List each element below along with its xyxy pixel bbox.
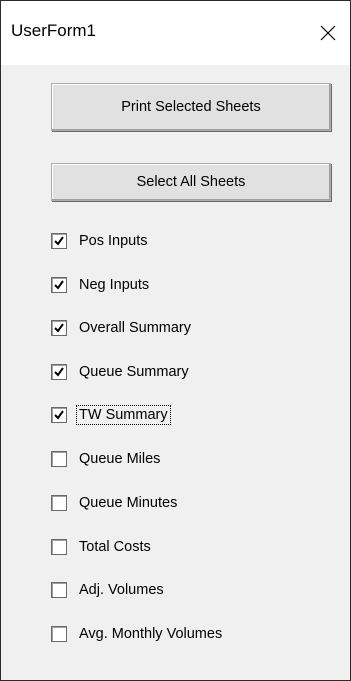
userform-window: UserForm1 Print Selected Sheets Select A… (0, 0, 351, 681)
checkmark-icon (54, 323, 64, 333)
checkbox-box[interactable] (51, 320, 67, 336)
checkbox-box[interactable] (51, 582, 67, 598)
checkbox-label: Queue Summary (79, 364, 189, 380)
window-title: UserForm1 (11, 21, 97, 40)
checkbox-label: Total Costs (79, 539, 151, 555)
checkmark-icon (54, 280, 64, 290)
checkbox-overall-summary[interactable]: Overall Summary (51, 317, 193, 339)
checkbox-label: TW Summary (76, 405, 171, 425)
checkmark-icon (54, 410, 64, 420)
close-button[interactable] (310, 1, 350, 65)
checkbox-box[interactable] (51, 495, 67, 511)
checkbox-avg-monthly-volumes[interactable]: Avg. Monthly Volumes (51, 623, 224, 645)
checkbox-tw-summary[interactable]: TW Summary (51, 404, 171, 426)
checkbox-pos-inputs[interactable]: Pos Inputs (51, 230, 150, 252)
form-body: Print Selected Sheets Select All Sheets … (7, 65, 344, 674)
checkbox-label: Pos Inputs (79, 233, 148, 249)
title-bar[interactable]: UserForm1 (1, 1, 350, 65)
checkbox-label: Queue Miles (79, 451, 161, 467)
checkbox-label: Adj. Volumes (79, 582, 164, 598)
checkbox-queue-miles[interactable]: Queue Miles (51, 448, 162, 470)
checkbox-box[interactable] (51, 451, 67, 467)
checkbox-queue-minutes[interactable]: Queue Minutes (51, 492, 179, 514)
checkbox-neg-inputs[interactable]: Neg Inputs (51, 274, 151, 296)
checkbox-label: Overall Summary (79, 320, 191, 336)
checkbox-queue-summary[interactable]: Queue Summary (51, 361, 191, 383)
checkmark-icon (54, 367, 64, 377)
close-icon (320, 25, 336, 41)
checkbox-box[interactable] (51, 277, 67, 293)
select-all-sheets-button[interactable]: Select All Sheets (51, 163, 331, 201)
checkbox-label: Queue Minutes (79, 495, 178, 511)
checkbox-adj-volumes[interactable]: Adj. Volumes (51, 579, 166, 601)
checkbox-total-costs[interactable]: Total Costs (51, 536, 153, 558)
checkbox-box[interactable] (51, 539, 67, 555)
checkbox-label: Avg. Monthly Volumes (79, 626, 223, 642)
checkmark-icon (54, 236, 64, 246)
checkbox-box[interactable] (51, 626, 67, 642)
checkbox-box[interactable] (51, 407, 67, 423)
checkbox-box[interactable] (51, 364, 67, 380)
checkbox-label: Neg Inputs (79, 277, 150, 293)
print-selected-sheets-button[interactable]: Print Selected Sheets (51, 83, 331, 131)
checkbox-box[interactable] (51, 233, 67, 249)
